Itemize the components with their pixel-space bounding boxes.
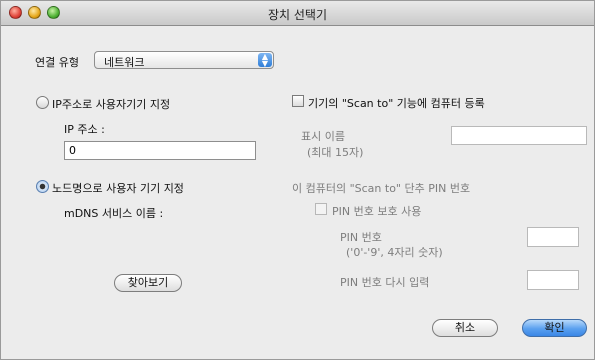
display-name-input[interactable] <box>451 126 587 145</box>
connection-type-value: 네트워크 <box>104 56 145 69</box>
window-title: 장치 선택기 <box>267 8 327 22</box>
ip-address-radio[interactable] <box>36 96 49 109</box>
pin-protect-label: PIN 번호 보호 사용 <box>332 205 422 218</box>
ip-address-label: IP 주소 : <box>64 123 105 136</box>
node-name-option-label: 노드명으로 사용자 기기 지정 <box>52 182 184 195</box>
connection-type-select[interactable]: 네트워크 ▲ ▼ <box>94 51 274 69</box>
display-name-hint: (최대 15자) <box>307 146 364 159</box>
ip-address-option-label: IP주소로 사용자기기 지정 <box>52 98 171 111</box>
pin-section-title: 이 컴퓨터의 "Scan to" 단추 PIN 번호 <box>292 182 471 195</box>
register-scan-to-checkbox[interactable] <box>292 95 304 107</box>
pin-hint: ('0'-'9', 4자리 숫자) <box>346 246 443 259</box>
ip-address-input[interactable] <box>64 141 256 160</box>
pin-protect-checkbox[interactable] <box>315 203 327 215</box>
up-down-arrows-icon: ▲ ▼ <box>258 53 272 68</box>
ok-button[interactable]: 확인 <box>522 319 587 337</box>
pin-repeat-label: PIN 번호 다시 입력 <box>340 276 430 289</box>
cancel-button[interactable]: 취소 <box>432 319 498 337</box>
mdns-service-name-label: mDNS 서비스 이름 : <box>64 207 164 220</box>
connection-type-label: 연결 유형 <box>35 56 79 69</box>
device-selector-window: 장치 선택기 연결 유형 네트워크 ▲ ▼ IP주소로 사용자기기 지정 IP 주… <box>0 0 595 360</box>
register-scan-to-label: 기기의 "Scan to" 기능에 컴퓨터 등록 <box>308 97 485 110</box>
node-name-radio[interactable] <box>36 180 49 193</box>
browse-button[interactable]: 찾아보기 <box>114 274 182 292</box>
display-name-label: 표시 이름 <box>301 130 345 143</box>
pin-repeat-input[interactable] <box>527 270 579 290</box>
pin-input[interactable] <box>527 227 579 247</box>
title-bar: 장치 선택기 <box>1 1 594 26</box>
pin-label: PIN 번호 <box>340 231 382 244</box>
